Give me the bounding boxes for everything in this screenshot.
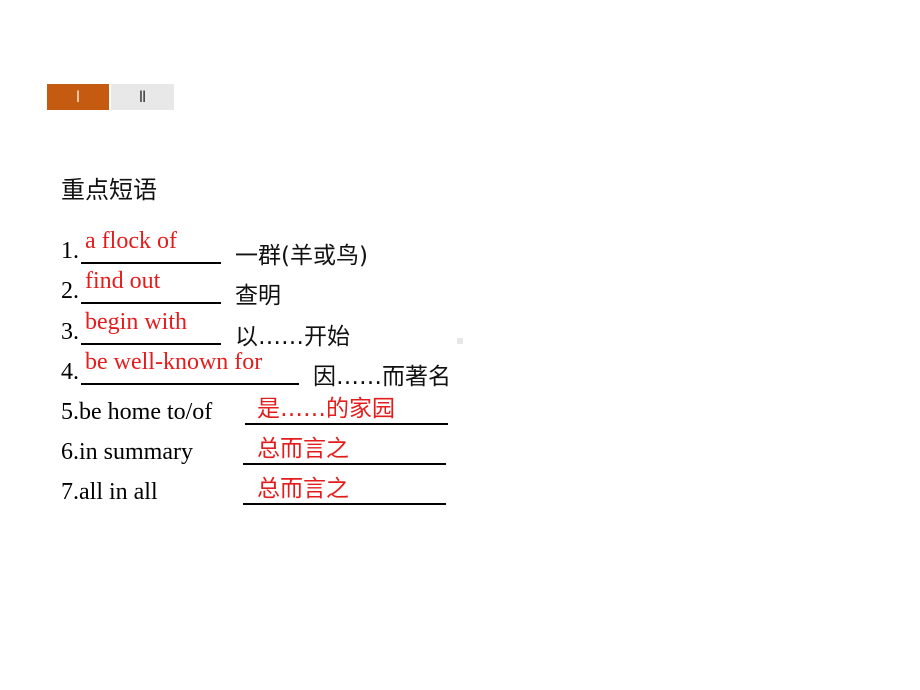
phrase-number: 4. xyxy=(61,359,79,385)
answer-text: 是……的家园 xyxy=(257,396,395,422)
answer-text: 总而言之 xyxy=(257,436,349,462)
answer-text: begin with xyxy=(85,309,187,335)
translation-prompt: 7.all in all xyxy=(61,479,158,505)
phrase-number: 1. xyxy=(61,238,79,264)
slide-marker xyxy=(457,338,463,344)
phrase-meaning: 一群(羊或鸟) xyxy=(235,243,368,269)
translation-prompt: 5.be home to/of xyxy=(61,399,213,425)
section-tabs: Ⅰ Ⅱ xyxy=(47,84,174,110)
tab-section-1[interactable]: Ⅰ xyxy=(47,84,109,110)
answer-blank: be well-known for xyxy=(81,349,299,385)
answer-blank: find out xyxy=(81,268,221,304)
answer-blank: 总而言之 xyxy=(243,433,446,465)
translation-prompt: 6.in summary xyxy=(61,439,193,465)
phrase-meaning: 因……而著名 xyxy=(313,364,451,390)
answer-text: be well-known for xyxy=(85,349,263,375)
answer-text: find out xyxy=(85,268,161,294)
answer-blank: a flock of xyxy=(81,228,221,264)
answer-blank: 是……的家园 xyxy=(245,393,448,425)
answer-text: 总而言之 xyxy=(257,476,349,502)
tab-section-2[interactable]: Ⅱ xyxy=(111,84,174,110)
phrase-meaning: 以……开始 xyxy=(235,324,350,350)
section-heading: 重点短语 xyxy=(61,176,157,204)
phrase-meaning: 查明 xyxy=(235,283,281,309)
phrase-number: 2. xyxy=(61,278,79,304)
phrase-number: 3. xyxy=(61,319,79,345)
answer-blank: begin with xyxy=(81,309,221,345)
answer-text: a flock of xyxy=(85,228,177,254)
answer-blank: 总而言之 xyxy=(243,473,446,505)
